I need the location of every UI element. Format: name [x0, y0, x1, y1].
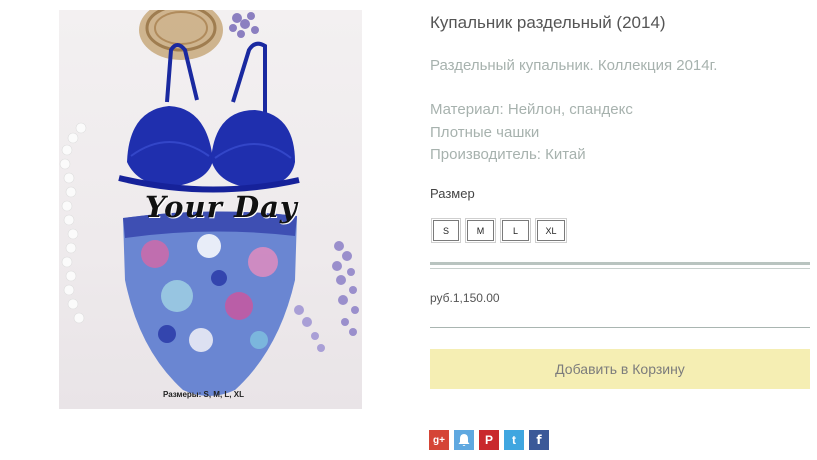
- product-price: руб.1,150.00: [430, 291, 500, 305]
- pinterest-icon[interactable]: P: [479, 430, 499, 450]
- size-option-l[interactable]: L: [500, 218, 531, 243]
- spec-line: Производитель: Китай: [430, 146, 586, 163]
- size-option-s[interactable]: S: [431, 218, 461, 243]
- facebook-icon[interactable]: f: [529, 430, 549, 450]
- size-option-m[interactable]: M: [465, 218, 496, 243]
- size-option-xl[interactable]: XL: [535, 218, 567, 243]
- twitter-icon[interactable]: t: [504, 430, 524, 450]
- image-brand-text: Your Day: [145, 190, 298, 224]
- size-label: Размер: [430, 186, 475, 201]
- share-buttons: g+ P t f: [429, 430, 549, 450]
- divider: [430, 262, 810, 265]
- add-to-cart-button[interactable]: Добавить в Корзину: [430, 349, 810, 389]
- bell-icon[interactable]: [454, 430, 474, 450]
- product-specs: Материал: Нейлон, спандекс Плотные чашки…: [430, 99, 633, 167]
- product-image[interactable]: Your Day Размеры: S, M, L, XL: [59, 10, 362, 409]
- spec-line: Материал: Нейлон, спандекс: [430, 101, 633, 118]
- bell-glyph: [458, 434, 470, 446]
- size-options: S M L XL: [431, 218, 567, 243]
- google-plus-icon[interactable]: g+: [429, 430, 449, 450]
- spec-line: Плотные чашки: [430, 123, 540, 141]
- divider: [430, 268, 810, 269]
- divider: [430, 327, 810, 328]
- product-description: Раздельный купальник. Коллекция 2014г.: [430, 57, 718, 74]
- product-title: Купальник раздельный (2014): [430, 13, 666, 32]
- image-sizes-caption: Размеры: S, M, L, XL: [163, 390, 244, 399]
